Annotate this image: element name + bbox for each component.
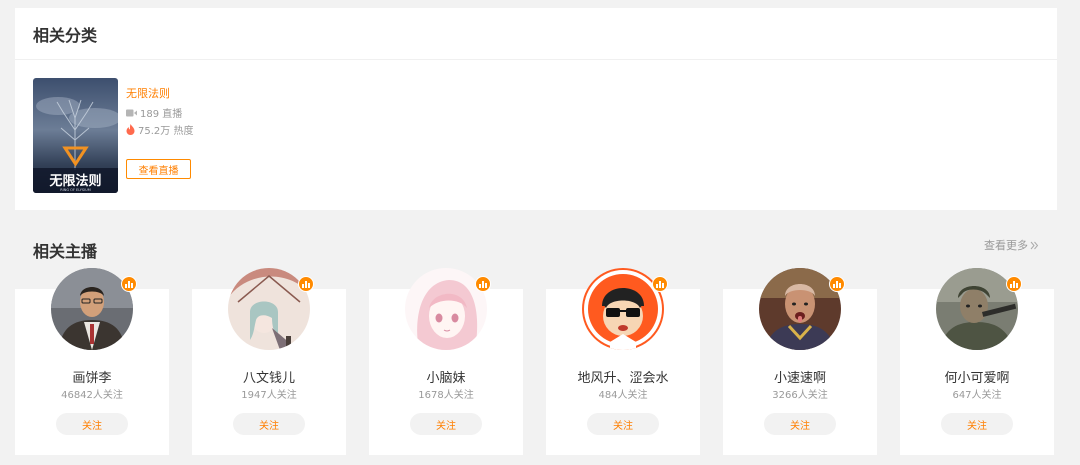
related-streamers-title: 相关主播 [33,242,98,261]
streamer-name[interactable]: 小速速啊 [723,367,877,386]
heat-count: 75.2万 热度 [126,122,193,137]
game-cover-image[interactable]: 无限法则 RING OF ELYSIUM [33,78,118,193]
streamer-card[interactable]: 画饼李 46842人关注 关注 [15,268,169,455]
related-categories-header: 相关分类 [15,8,1057,60]
follow-button[interactable]: 关注 [941,413,1013,435]
streamer-name[interactable]: 八文钱儿 [192,367,346,386]
streamer-card[interactable]: 地风升、涩会水 484人关注 关注 [546,268,700,455]
streamer-name[interactable]: 小脑妹 [369,367,523,386]
streamer-followers: 1947人关注 [241,390,297,401]
streamer-followers: 484人关注 [598,390,648,401]
live-indicator-icon [475,276,491,292]
streamer-card[interactable]: 小脑妹 1678人关注 关注 [369,268,523,455]
watch-live-button[interactable]: 查看直播 [126,159,191,179]
streamer-cards: 画饼李 46842人关注 关注 八文钱儿 1947人关注 关注 小脑妹 1678… [15,268,1054,455]
flame-icon [126,124,135,135]
live-indicator-icon [121,276,137,292]
see-more-link[interactable]: 查看更多 [984,237,1039,253]
streamer-name[interactable]: 地风升、涩会水 [546,367,700,386]
streamer-name[interactable]: 何小可爱啊 [900,367,1054,386]
streamer-name[interactable]: 画饼李 [15,367,169,386]
cover-logo-text: 无限法则 [48,173,101,189]
related-categories-panel: 相关分类 无限法则 RING OF ELYSIUM 无限法则 189 直播 75… [15,8,1057,210]
streamer-followers: 3266人关注 [772,390,828,401]
follow-button[interactable]: 关注 [56,413,128,435]
follow-button[interactable]: 关注 [587,413,659,435]
live-count: 189 直播 [126,105,182,120]
heat-count-text: 75.2万 热度 [138,126,194,137]
game-name-link[interactable]: 无限法则 [126,85,170,101]
cover-logo-subtext: RING OF ELYSIUM [60,188,90,192]
live-indicator-icon [829,276,845,292]
follow-button[interactable]: 关注 [233,413,305,435]
streamer-followers: 46842人关注 [61,390,123,401]
live-indicator-icon [652,276,668,292]
double-chevron-right-icon [1030,241,1039,249]
streamer-card[interactable]: 何小可爱啊 647人关注 关注 [900,268,1054,455]
live-indicator-icon [1006,276,1022,292]
follow-button[interactable]: 关注 [764,413,836,435]
streamer-card[interactable]: 八文钱儿 1947人关注 关注 [192,268,346,455]
see-more-label: 查看更多 [984,239,1028,252]
live-indicator-icon [298,276,314,292]
streamer-followers: 1678人关注 [418,390,474,401]
live-count-text: 189 直播 [140,109,183,120]
video-camera-icon [126,109,137,116]
follow-button[interactable]: 关注 [410,413,482,435]
streamer-followers: 647人关注 [952,390,1002,401]
streamer-card[interactable]: 小速速啊 3266人关注 关注 [723,268,877,455]
related-categories-title: 相关分类 [33,25,98,45]
